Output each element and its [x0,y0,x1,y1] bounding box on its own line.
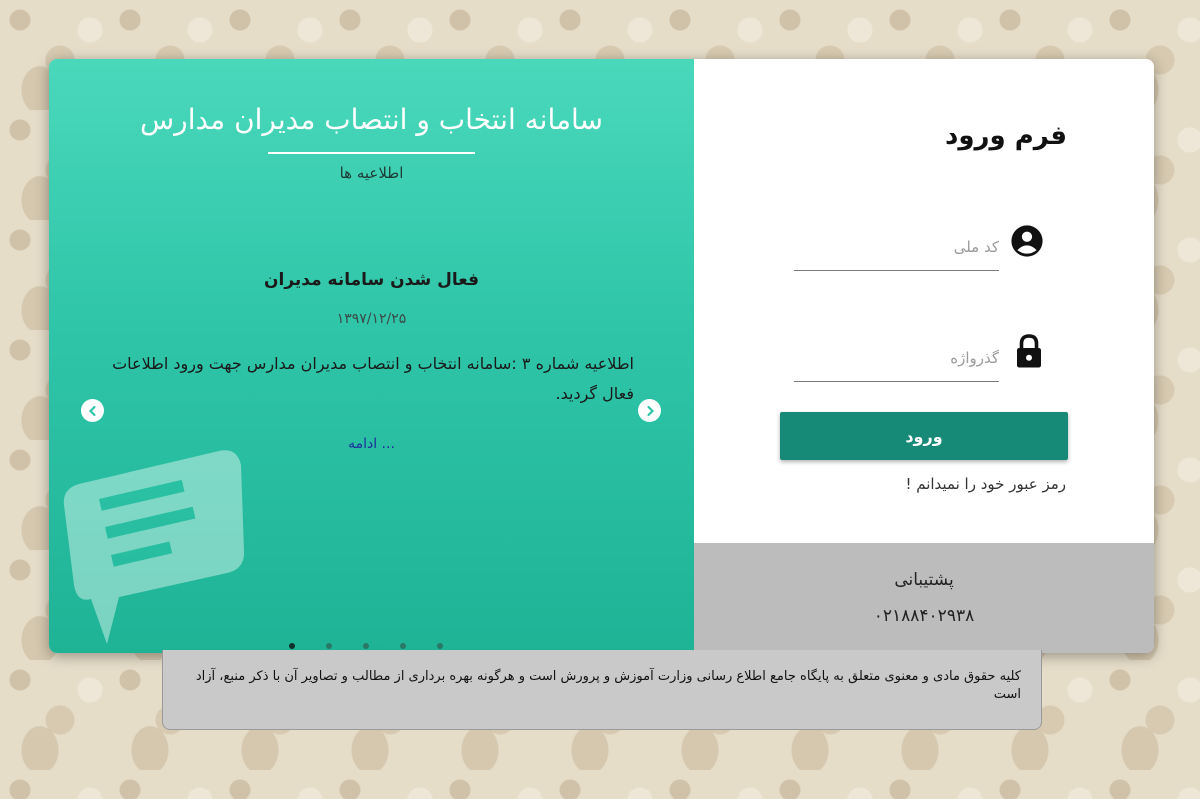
support-title: پشتیبانی [894,570,954,590]
national-code-field [794,223,999,271]
login-form: فرم ورود ورود رمز عبور خود را نمیدانم ! [694,59,1154,543]
copyright-text: کلیه حقوق مادی و معنوی متعلق به پایگاه ج… [195,669,1021,702]
password-input[interactable] [794,334,999,382]
password-field [794,334,999,382]
national-code-input[interactable] [794,223,999,271]
slider-next-button[interactable] [638,399,661,422]
form-title: فرم ورود [945,121,1067,151]
news-date: ۱۳۹۷/۱۲/۲۵ [336,311,407,327]
announcements-panel: سامانه انتخاب و انتصاب مدیران مدارس اطلا… [49,59,694,653]
chevron-right-icon [646,405,654,416]
slider-dot[interactable] [289,643,295,649]
announcements-heading: اطلاعیه ها [339,164,404,182]
login-button[interactable]: ورود [780,412,1068,460]
lock-icon [1017,334,1041,368]
title-divider [268,152,475,154]
news-title: فعال شدن سامانه مدیران [263,270,479,290]
user-icon [1011,225,1043,257]
slider-dot[interactable] [326,643,332,649]
slider-dots [289,643,443,649]
message-icon [63,450,245,644]
chevron-left-icon [88,405,96,416]
support-section: پشتیبانی ۰۲۱۸۸۴۰۲۹۳۸ [694,543,1154,653]
forgot-password-link[interactable]: رمز عبور خود را نمیدانم ! [905,475,1066,493]
system-title: سامانه انتخاب و انتصاب مدیران مدارس [140,103,603,136]
news-body: اطلاعیه شماره ۳ :سامانه انتخاب و انتصاب … [112,354,634,403]
slider-prev-button[interactable] [81,399,104,422]
slider-dot[interactable] [400,643,406,649]
slider-dot[interactable] [437,643,443,649]
main-card: سامانه انتخاب و انتصاب مدیران مدارس اطلا… [49,59,1154,653]
support-phone: ۰۲۱۸۸۴۰۲۹۳۸ [873,606,975,626]
slider-dot[interactable] [363,643,369,649]
copyright-footer: کلیه حقوق مادی و معنوی متعلق به پایگاه ج… [162,650,1042,730]
